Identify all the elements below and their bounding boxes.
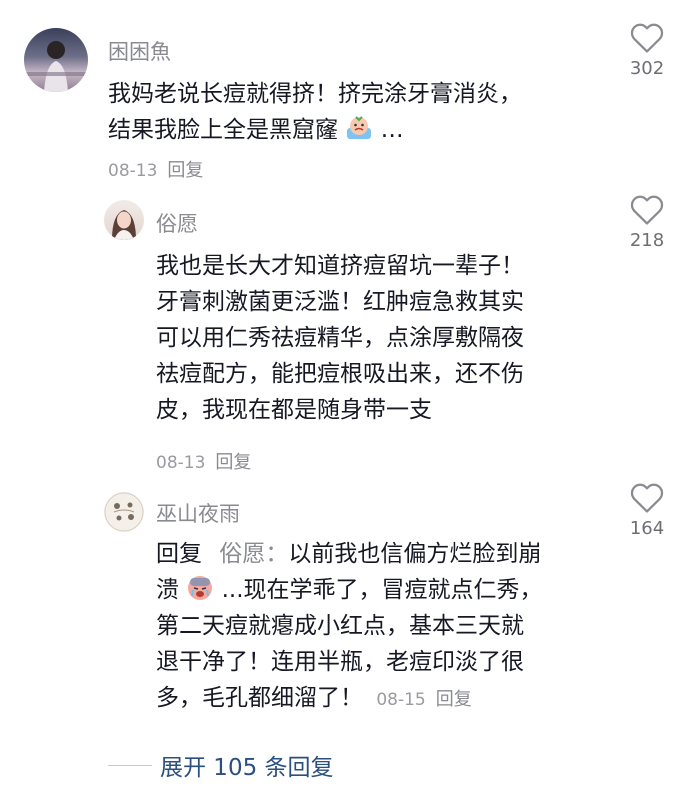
like-count: 218 (629, 230, 665, 251)
crying-emoji-icon (188, 576, 213, 600)
divider (108, 764, 152, 766)
like-button[interactable]: 302 (612, 22, 682, 79)
sweating-emoji-icon (347, 116, 372, 139)
comment-line: 可以用仁秀祛痘精华，点涂厚敷隔夜 (156, 325, 524, 351)
avatar-photo (112, 210, 136, 240)
comment-meta: 08-13 回复 (156, 448, 251, 474)
comment-line: 我也是长大才知道挤痘留坑一辈子！ (156, 253, 524, 279)
comment-line-text: 多，毛孔都细溜了！ (156, 685, 363, 711)
comment-line: 第二天痘就瘪成小红点，基本三天就 (156, 613, 524, 639)
comment-text: 我也是长大才知道挤痘留坑一辈子！ 牙膏刺激菌更泛滥！红肿痘急救其实 可以用仁秀祛… (156, 248, 596, 428)
like-button[interactable]: 164 (612, 482, 682, 539)
avatar-photo (104, 492, 144, 532)
comment-date: 08-13 (156, 453, 206, 473)
comment-line: 溃 ...现在学乖了，冒痘就点仁秀， (156, 572, 606, 608)
comment-line: 回复 俗愿：以前我也信偏方烂脸到崩 (156, 536, 606, 572)
comment-line-text: 溃 (156, 577, 179, 603)
avatar[interactable] (24, 28, 88, 92)
comment-text: 回复 俗愿：以前我也信偏方烂脸到崩 溃 ...现在学乖了，冒痘就点仁秀， 第二天… (156, 536, 606, 718)
comment-text: 我妈老说长痘就得挤！挤完涂牙膏消炎， 结果我脸上全是黑窟窿 … (108, 76, 578, 148)
comment-line-text: ...现在学乖了，冒痘就点仁秀， (221, 577, 543, 603)
like-count: 302 (629, 58, 665, 79)
comment-line: 结果我脸上全是黑窟窿 … (108, 112, 578, 148)
heart-icon (630, 483, 664, 513)
comment-line: 皮，我现在都是随身带一支 (156, 397, 432, 423)
comment-line-text: 以前我也信偏方烂脸到崩 (288, 541, 542, 567)
reply-button[interactable]: 回复 (215, 452, 251, 473)
heart-icon (630, 23, 664, 53)
avatar[interactable] (104, 200, 144, 240)
mention-link[interactable]: 俗愿： (219, 541, 288, 567)
reply-button[interactable]: 回复 (436, 689, 472, 710)
comment-line: 牙膏刺激菌更泛滥！红肿痘急救其实 (156, 289, 524, 315)
expand-replies-label[interactable]: 展开 105 条回复 (160, 748, 334, 782)
expand-replies-button[interactable]: 展开 105 条回复 (108, 748, 334, 782)
comment-username[interactable]: 困困魚 (108, 36, 171, 66)
avatar[interactable] (104, 492, 144, 532)
comment-line-text: … (380, 117, 404, 143)
comment-line: 多，毛孔都细溜了！ 08-15 回复 (156, 680, 606, 718)
comment-username[interactable]: 俗愿 (156, 208, 198, 238)
avatar-photo (24, 41, 88, 92)
comment-date: 08-15 (376, 690, 426, 710)
comment-line: 退干净了！连用半瓶，老痘印淡了很 (156, 649, 524, 675)
comment-meta: 08-13 回复 (108, 156, 203, 182)
like-button[interactable]: 218 (612, 194, 682, 251)
comment-line: 祛痘配方，能把痘根吸出来，还不伤 (156, 361, 524, 387)
comment-date: 08-13 (108, 161, 158, 181)
reply-button[interactable]: 回复 (167, 160, 203, 181)
reply-prefix: 回复 (156, 541, 202, 567)
heart-icon (630, 195, 664, 225)
like-count: 164 (629, 518, 665, 539)
comment-line-text: 结果我脸上全是黑窟窿 (108, 117, 338, 143)
comment-line: 我妈老说长痘就得挤！挤完涂牙膏消炎， (108, 81, 522, 107)
comment-username[interactable]: 巫山夜雨 (156, 498, 240, 528)
